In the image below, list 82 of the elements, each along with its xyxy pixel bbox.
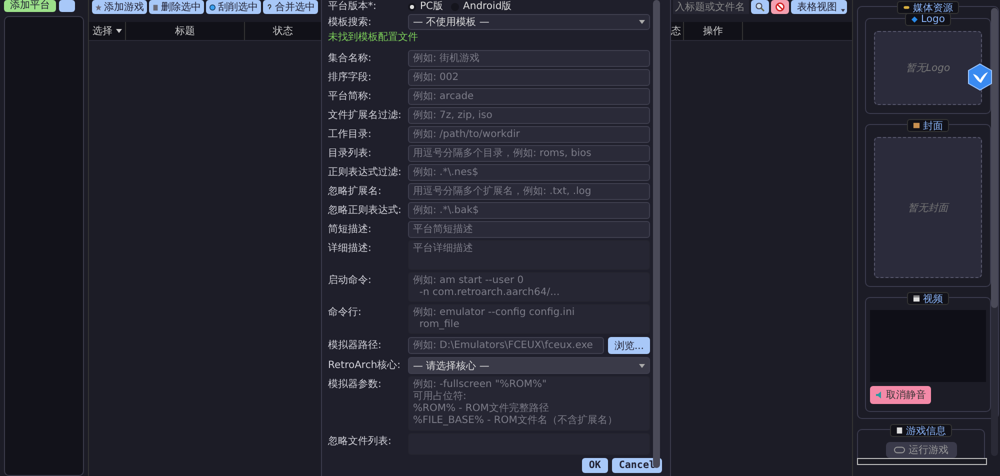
field-label: 忽略正则表达式: [328,204,402,218]
hook-icon [266,4,273,10]
box-icon [913,122,920,129]
input-field[interactable]: 平台简短描述 [408,221,650,238]
text-area[interactable]: 例如: -fullscreen "%ROM%" 可用占位符: %ROM% - ROM文件完整路径 %FILE_BASE% - ROM文件名（不含扩展名） [408,376,650,431]
field-label: 忽略扩展名: [328,184,382,199]
field-label: RetroArch核心: [328,358,402,373]
caret-icon [639,20,645,24]
input-field[interactable]: 例如: .*\.bak$ [408,202,650,219]
section-title: 视频 [907,292,949,305]
section-title: 游戏信息 [890,424,952,437]
field-label: 正则表达式过滤: [328,166,402,180]
search-icon [755,2,765,12]
diamond-icon [911,16,918,23]
input-field[interactable]: 例如: 7z, zip, iso [408,107,650,124]
merge-button[interactable]: 合并选中 [263,0,318,14]
add-button[interactable]: 添加游戏 [92,0,147,14]
field-label: 平台版本*: [328,0,378,13]
search-field[interactable]: 入标题或文件名 [673,0,749,14]
input-field[interactable]: 例如: .*\.nes$ [408,164,650,181]
cancel-button[interactable]: Cancel [612,458,662,473]
caret-icon [639,364,645,368]
clapper-icon [913,295,920,302]
star-icon [95,4,102,10]
field-label: 详细描述: [328,242,372,256]
input-field[interactable]: 例如: 街机游戏 [408,50,650,67]
column-header[interactable]: 状态 [245,22,321,40]
gamepad-icon [894,446,904,454]
column-header[interactable]: 选择 [89,22,126,40]
scrape-button[interactable]: 刮削选中 [206,0,261,14]
circle-icon [209,4,216,10]
field-label: 集合名称: [328,52,372,66]
unmute-button[interactable]: 取消静音 [870,386,931,404]
field-label: 模板搜索: [328,16,372,30]
text-area[interactable]: 例如: emulator --config config.ini rom_file [408,304,650,334]
scrollbar[interactable] [653,0,660,468]
hint-text: 未找到模板配置文件 [328,31,419,45]
add-platform-button[interactable]: 添加平台 [4,0,56,12]
trash-icon [152,4,159,10]
column-header[interactable]: 态 [671,22,684,40]
field-label: 工作目录: [328,128,372,142]
template-dropdown[interactable]: — 不使用模板 — [408,14,650,30]
radio-option[interactable]: Android版 [451,0,512,13]
field-label: 目录列表: [328,146,372,161]
caret-icon [116,29,122,33]
run-game-button[interactable]: 运行游戏 [886,442,956,458]
column-header[interactable]: 标题 [126,22,245,40]
prohibited-icon [775,2,785,12]
field-label: 简短描述: [328,222,372,237]
section-title: 封面 [907,119,949,132]
scrollbar[interactable] [857,458,987,465]
field-label: 命令行: [328,306,362,320]
text-area[interactable]: 例如: am start --user 0 -n com.retroarch.aarch64/... [408,272,650,302]
field-label: 模拟器参数: [328,378,382,392]
section-title: 媒体资源 [897,1,959,14]
browse-button[interactable]: 浏览... [608,337,650,354]
input-field[interactable]: 用逗号分隔多个目录，例如: roms, bios [408,145,650,162]
core-dropdown[interactable]: — 请选择核心 — [408,357,650,374]
text-area[interactable]: 平台详细描述 [408,240,650,270]
field-label: 模拟器路径: [328,338,382,353]
field-label: 排序字段: [328,70,372,85]
input-field[interactable]: 例如: arcade [408,88,650,105]
input-field[interactable]: 例如: D:\Emulators\FCEUX\fceux.exe [408,337,604,354]
caret-icon [841,9,845,12]
section-title: Logo [905,13,951,26]
scrollbar[interactable] [991,8,998,456]
clipboard-icon [896,427,903,434]
ok-button[interactable]: OK [582,458,608,473]
search-button[interactable] [751,0,769,14]
clear-button[interactable] [771,0,789,14]
input-field[interactable]: 例如: 002 [408,69,650,86]
input-field[interactable]: 用逗号分隔多个扩展名，例如: .txt, .log [408,183,650,200]
input-field[interactable]: 例如: /path/to/workdir [408,126,650,143]
small-button[interactable] [59,0,75,12]
field-label: 文件扩展名过滤: [328,108,402,123]
field-label: 启动命令: [328,274,372,288]
radio-option[interactable]: PC版 [408,0,444,13]
field-label: 平台简称: [328,90,372,104]
column-header[interactable]: 操作 [684,22,743,40]
view-dropdown-button[interactable]: 表格视图 [791,0,847,14]
delete-button[interactable]: 删除选中 [149,0,204,14]
field-label: 忽略文件列表: [328,434,392,449]
